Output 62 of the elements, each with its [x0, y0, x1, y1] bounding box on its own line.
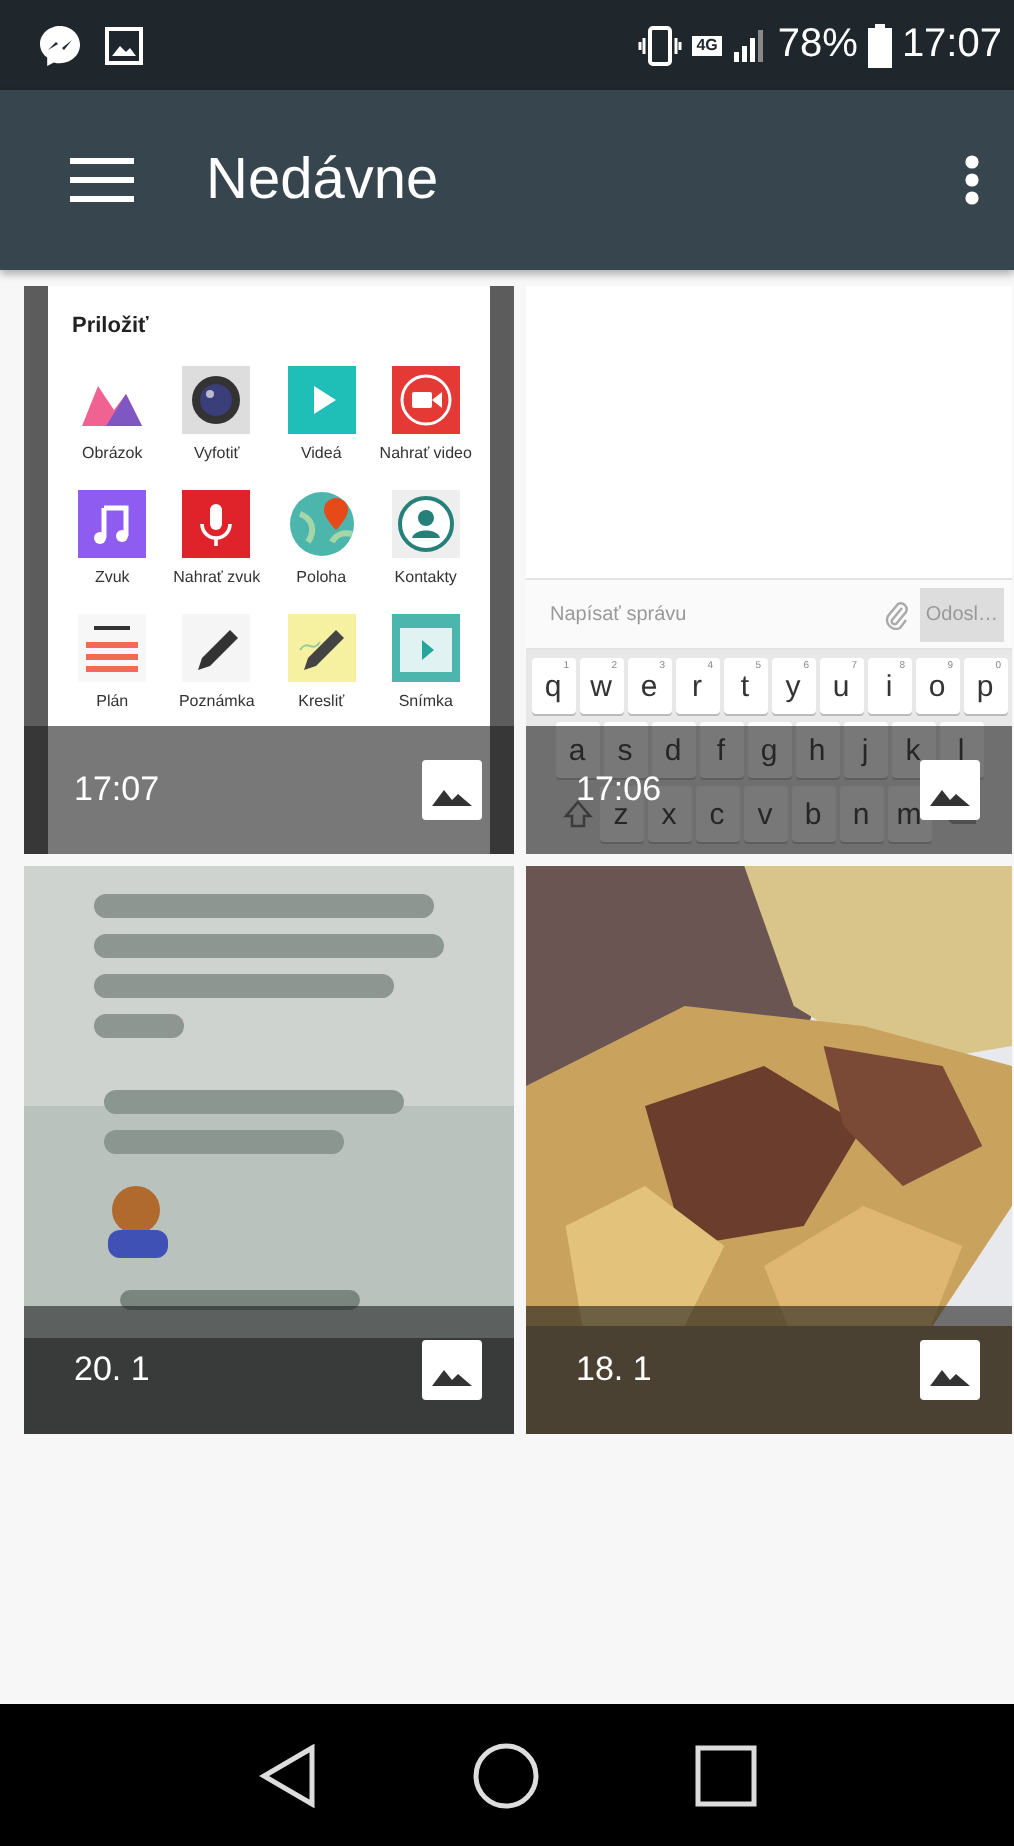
option-label: Videá [300, 444, 342, 462]
option-label: Vyfotiť [194, 444, 240, 462]
key: n [839, 786, 883, 842]
option-label: Plán [96, 692, 129, 710]
image-icon [104, 25, 144, 65]
video-camera-icon [391, 366, 460, 434]
pencil-icon [182, 614, 251, 682]
contact-icon [391, 490, 460, 558]
key: h [795, 722, 839, 778]
battery-icon [867, 23, 892, 67]
music-note-icon [78, 490, 147, 558]
signal-icon [731, 27, 768, 63]
thumbnail[interactable]: 20. 1 [24, 866, 514, 1434]
option-label: Obrázok [82, 444, 143, 462]
image-icon [422, 760, 482, 820]
option-label: Kontakty [394, 568, 457, 586]
message-field: Napísať správu [550, 603, 872, 625]
option-label: Nahrať video [379, 444, 472, 462]
key: f [699, 722, 743, 778]
option-label: Snímka [398, 692, 453, 710]
microphone-icon [182, 490, 251, 558]
image-icon [920, 1340, 980, 1400]
date-label: 17:07 [74, 770, 160, 810]
more-options-icon[interactable] [964, 154, 980, 206]
date-label: 20. 1 [74, 1350, 150, 1390]
calendar-icon [78, 614, 147, 682]
image-icon [920, 760, 980, 820]
key: v [743, 786, 787, 842]
option-label: Poloha [296, 568, 347, 586]
battery-percent: 78% [777, 22, 858, 68]
thumbnail[interactable]: Priložiť Obrázok Vyfotiť Videá Nahrať video Zvuk Nahrať zvuk Poloha Kontakty Plán Poznámka Kresliť Snímka 17:07 [24, 286, 514, 854]
key: g [747, 722, 791, 778]
dialog-title: Priložiť [70, 314, 151, 338]
paperclip-icon [883, 598, 908, 630]
key: j [843, 722, 887, 778]
option-label: Poznámka [178, 692, 255, 710]
menu-icon[interactable] [70, 158, 134, 202]
image-icon [422, 1340, 482, 1400]
thumbnail[interactable]: 18. 1 [526, 866, 1012, 1434]
option-label: Kresliť [298, 692, 345, 710]
back-icon[interactable] [257, 1743, 317, 1807]
key: c [695, 786, 739, 842]
pen-icon [287, 614, 356, 682]
network-type-label: 4G [692, 35, 722, 55]
key: s [603, 722, 647, 778]
map-pin-icon [287, 490, 356, 558]
home-icon[interactable] [471, 1741, 539, 1809]
key: d [651, 722, 695, 778]
key: a [555, 722, 599, 778]
recent-apps-icon[interactable] [693, 1743, 757, 1807]
slide-icon [391, 614, 460, 682]
messenger-icon [36, 21, 84, 69]
screen-title: Nedávne [206, 147, 441, 213]
key: b [791, 786, 835, 842]
date-label: 18. 1 [576, 1350, 652, 1390]
option-label: Zvuk [94, 568, 130, 586]
camera-icon [182, 366, 251, 434]
option-label: Nahrať zvuk [173, 568, 261, 586]
play-icon [287, 366, 356, 434]
send-button: Odosl… [919, 587, 1004, 641]
clock: 17:07 [901, 22, 1002, 68]
vibrate-icon [638, 25, 683, 65]
